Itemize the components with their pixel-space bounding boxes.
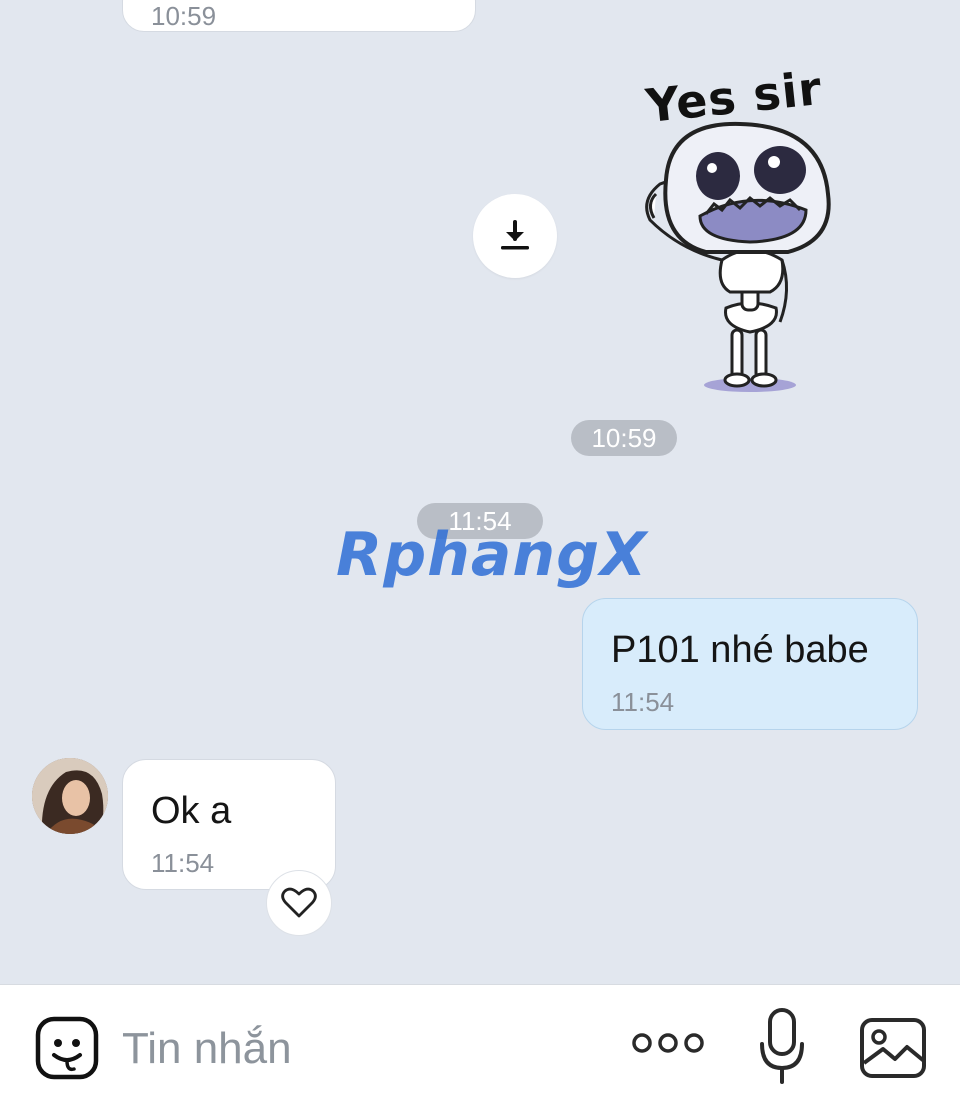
attach-image-button[interactable] — [858, 1015, 928, 1081]
message-time: 11:54 — [151, 848, 215, 878]
outgoing-message-bubble[interactable]: P101 nhé babe 11:54 — [582, 598, 918, 730]
message-text: Ok a — [151, 790, 232, 832]
sticker-time-pill: 10:59 — [571, 420, 677, 456]
sticker-face-icon — [35, 1016, 99, 1080]
image-icon — [860, 1018, 926, 1078]
contact-avatar[interactable] — [32, 758, 108, 834]
avatar-image — [32, 758, 108, 834]
heart-outline-icon — [281, 887, 317, 918]
sticker-message[interactable]: Yes sir — [610, 61, 850, 400]
message-input[interactable] — [122, 1021, 582, 1077]
watermark-logo: RphangX — [336, 520, 648, 590]
chat-thread[interactable]: 10:59 Yes sir 10:59 11:54 RphangX P101 n… — [0, 0, 960, 984]
react-button[interactable] — [266, 870, 332, 936]
microphone-icon — [760, 1008, 804, 1084]
more-dots-icon — [632, 1033, 704, 1053]
voice-record-button[interactable] — [752, 1001, 812, 1091]
message-composer — [0, 984, 960, 1112]
message-time: 11:54 — [611, 687, 675, 717]
sticker-button[interactable] — [34, 1015, 100, 1081]
download-icon — [501, 220, 529, 250]
message-text: P101 nhé babe — [611, 629, 869, 671]
download-button[interactable] — [473, 194, 557, 278]
message-bubble-previous[interactable]: 10:59 — [122, 0, 476, 32]
message-time: 10:59 — [151, 1, 217, 31]
more-options-button[interactable] — [630, 1025, 706, 1061]
